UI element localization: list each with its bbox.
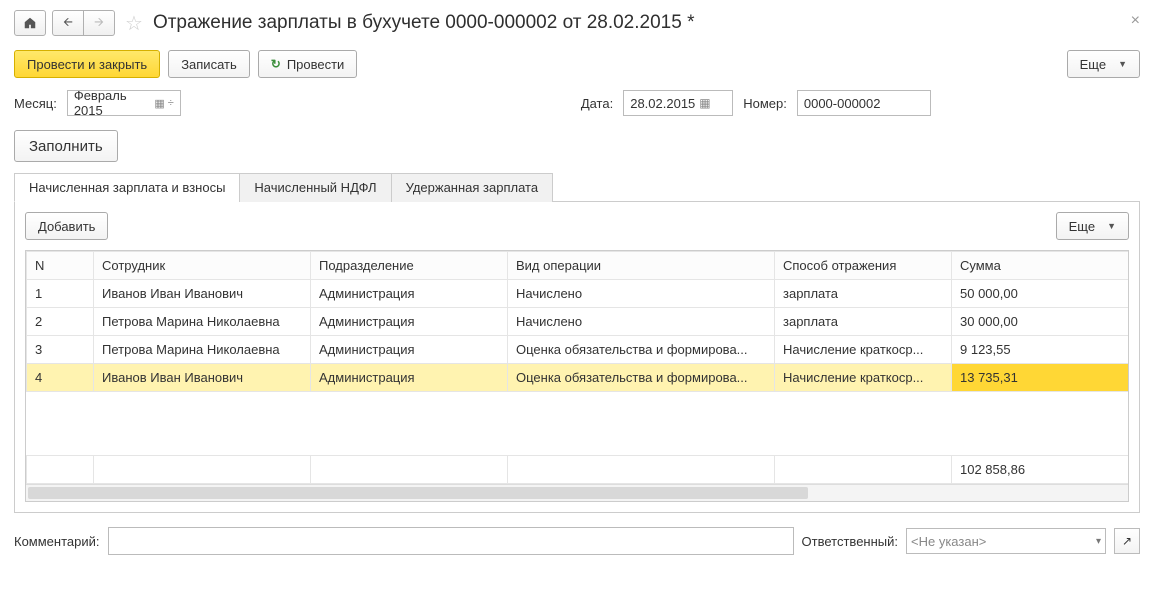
number-input[interactable]: 0000-000002 [797,90,931,116]
table-row[interactable]: 2Петрова Марина НиколаевнаАдминистрацияН… [27,308,1129,336]
month-input[interactable]: Февраль 2015 ▦ ÷ [67,90,181,116]
table-row[interactable]: 3Петрова Марина НиколаевнаАдминистрацияО… [27,336,1129,364]
open-icon: ↗ [1122,534,1132,548]
month-label: Месяц: [14,96,57,111]
responsible-label: Ответственный: [802,534,898,549]
table-row[interactable]: 4Иванов Иван ИвановичАдминистрацияОценка… [27,364,1129,392]
write-button[interactable]: Записать [168,50,250,78]
tab-ndfl[interactable]: Начисленный НДФЛ [239,173,391,202]
home-button[interactable] [14,10,46,36]
responsible-open-button[interactable]: ↗ [1114,528,1140,554]
table-header-row: N Сотрудник Подразделение Вид операции С… [27,252,1129,280]
horizontal-scrollbar[interactable] [26,484,1128,501]
table-row[interactable]: 1Иванов Иван ИвановичАдминистрацияНачисл… [27,280,1129,308]
add-row-button[interactable]: Добавить [25,212,108,240]
arrow-left-icon: 🡨 [63,13,73,34]
post-and-close-button[interactable]: Провести и закрыть [14,50,160,78]
more-button[interactable]: Еще ▼ [1067,50,1140,78]
col-department[interactable]: Подразделение [311,252,508,280]
total-sum: 102 858,86 [952,456,1129,484]
col-employee[interactable]: Сотрудник [94,252,311,280]
post-button[interactable]: ↻ Провести [258,50,358,78]
chevron-down-icon: ▾ [1096,536,1101,547]
tab-withheld[interactable]: Удержанная зарплата [391,173,553,202]
salary-grid: N Сотрудник Подразделение Вид операции С… [25,250,1129,502]
comment-input[interactable] [108,527,794,555]
home-icon [23,16,37,30]
forward-button[interactable]: 🡪 [84,10,115,36]
month-stepper-icon[interactable]: ÷ [168,97,174,109]
date-label: Дата: [581,96,613,111]
table-footer-row: 102 858,86 [27,456,1130,484]
back-button[interactable]: 🡨 [52,10,84,36]
month-picker-icon[interactable]: ▦ [154,97,164,110]
grid-more-button[interactable]: Еще ▼ [1056,212,1129,240]
post-icon: ↻ [271,57,281,71]
chevron-down-icon: ▼ [1118,59,1127,69]
number-label: Номер: [743,96,787,111]
tab-accrued-salary[interactable]: Начисленная зарплата и взносы [14,173,240,202]
comment-label: Комментарий: [14,534,100,549]
arrow-right-icon: 🡪 [94,13,104,34]
favorite-star-icon[interactable]: ☆ [125,11,143,36]
date-input[interactable]: 28.02.2015 ▦ [623,90,733,116]
col-reflection[interactable]: Способ отражения [775,252,952,280]
col-operation[interactable]: Вид операции [508,252,775,280]
col-sum[interactable]: Сумма [952,252,1129,280]
fill-button[interactable]: Заполнить [14,130,118,162]
document-title: Отражение зарплаты в бухучете 0000-00000… [153,12,695,34]
col-n[interactable]: N [27,252,94,280]
responsible-input[interactable]: <Не указан> ▾ [906,528,1106,554]
calendar-icon[interactable]: ▦ [699,96,710,110]
close-button[interactable]: × [1131,12,1140,30]
chevron-down-icon: ▼ [1107,221,1116,231]
scrollbar-thumb[interactable] [28,487,808,499]
